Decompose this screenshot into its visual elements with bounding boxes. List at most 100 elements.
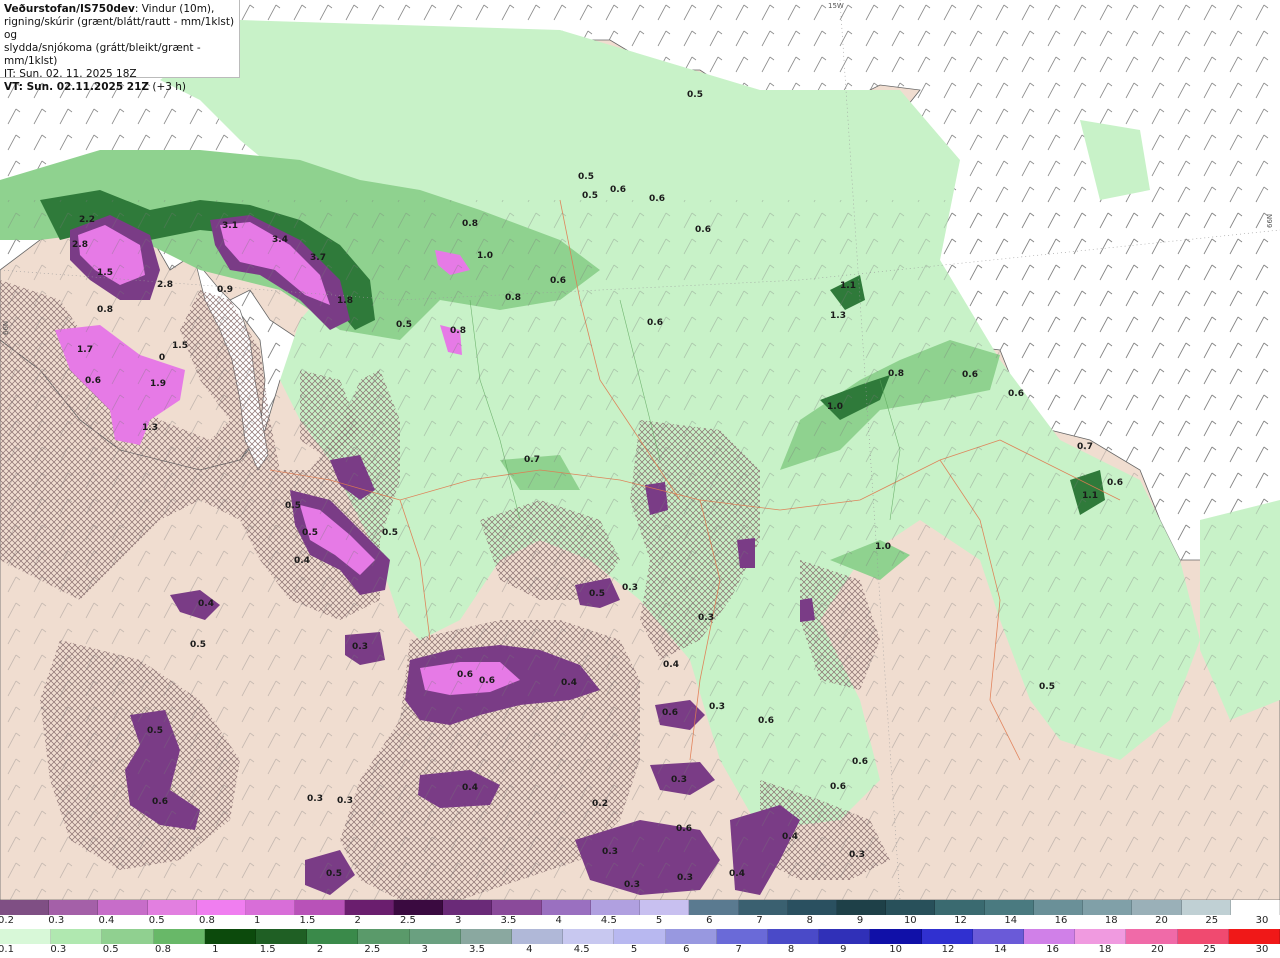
legend-label: 30: [1255, 944, 1269, 955]
legend-swatch: [246, 900, 296, 915]
precip-value-label: 0.2: [592, 799, 608, 809]
precip-value-label: 1.0: [477, 251, 493, 261]
precip-value-label: 0.6: [1008, 389, 1024, 399]
legend-swatch: [1075, 929, 1127, 944]
legend-label: 5: [655, 915, 663, 926]
precip-value-label: 1.5: [172, 341, 188, 351]
info-valid-time: VT: Sun. 02.11.2025 21Z (+3 h): [4, 81, 235, 94]
precip-value-label: 2.2: [79, 215, 95, 225]
legend-swatch: [1177, 929, 1229, 944]
precip-value-label: 0.8: [462, 219, 478, 229]
legend-label: 0.5: [148, 915, 165, 926]
lon-label: 15W: [828, 2, 844, 10]
legend-swatch: [984, 900, 1034, 915]
legend-rain: 0.1 0.3 0.5 0.8 1 1.5 2 2.5 3 3.5 4 4.5 5 6 7 8 9 10 12 14 1…: [0, 929, 1280, 958]
legend-label: 3: [454, 915, 462, 926]
precip-value-label: 1.0: [827, 402, 843, 412]
legend-snow-labels: 0.2 0.3 0.4 0.5 0.8 1 1.5 2 2.5 3 3.5 4 4.5 5 6 7 8 9 10 12…: [0, 915, 1280, 929]
legend-label: 6: [683, 944, 690, 955]
precip-value-label: 3.7: [310, 253, 326, 263]
precip-value-label: 0.5: [1039, 682, 1055, 692]
precip-value-label: 0.3: [709, 702, 725, 712]
info-line-2: rigning/skúrir (grænt/blátt/rautt - mm/1…: [4, 16, 235, 41]
map-info-box: Veðurstofan/IS750dev: Vindur (10m), rign…: [0, 0, 240, 93]
precip-value-label: 0.6: [758, 716, 774, 726]
precip-value-label: 0.8: [97, 305, 113, 315]
precip-value-label: 1.3: [830, 311, 846, 321]
precip-value-label: 0.3: [602, 847, 618, 857]
precip-value-label: 0.6: [662, 708, 678, 718]
legend-label: 6: [706, 915, 713, 926]
lat-label-right: 66N: [1266, 214, 1274, 228]
legend-label: 8: [787, 944, 795, 955]
precip-value-label: 0.6: [85, 376, 101, 386]
legend-swatch: [787, 900, 837, 915]
precip-value-label: 1.8: [337, 296, 353, 306]
legend-label: 8: [806, 915, 814, 926]
legend-swatch: [886, 900, 936, 915]
precip-value-label: 3.1: [222, 221, 238, 231]
precip-value-label: 0.8: [505, 293, 521, 303]
legend-swatch: [49, 900, 99, 915]
legend-rain-colors: [0, 929, 1280, 944]
precip-value-label: 0.3: [307, 794, 323, 804]
precip-value-label: 0.6: [676, 824, 692, 834]
precip-value-label: 0.3: [352, 642, 368, 652]
precip-value-label: 1.1: [1082, 491, 1098, 501]
legend-label: 0.3: [50, 944, 67, 955]
legend-swatch: [870, 929, 922, 944]
precip-value-label: 0.3: [337, 796, 353, 806]
precip-value-label: 0.5: [285, 501, 301, 511]
precipitation-wind-map[interactable]: 15W 66N 66N 0.5 0.5 0.5 0.6 0.6 0.6 0.8 1.0 0.8 0…: [0, 0, 1280, 900]
info-source-rest: : Vindur (10m),: [134, 3, 215, 15]
precip-value-label: 0.3: [671, 775, 687, 785]
legend-swatch: [640, 900, 690, 915]
legend-swatch: [358, 929, 410, 944]
precip-value-label: 0.6: [479, 676, 495, 686]
legend-swatch: [921, 929, 973, 944]
legend-label: 10: [889, 944, 903, 955]
legend-label: 9: [840, 944, 847, 955]
info-line-1: Veðurstofan/IS750dev: Vindur (10m),: [4, 3, 235, 16]
precip-value-label: 0.5: [382, 528, 398, 538]
legend-label: 18: [1104, 915, 1118, 926]
legend-label: 7: [735, 944, 742, 955]
precip-value-label: 0.5: [302, 528, 318, 538]
legend-swatch: [344, 900, 394, 915]
legend-swatch: [460, 929, 513, 944]
legend-label: 5: [630, 944, 638, 955]
legend-label: 1.5: [259, 944, 276, 955]
legend-label: 10: [903, 915, 917, 926]
precip-value-label: 0.5: [687, 90, 703, 100]
precip-value-label: 0.4: [663, 660, 679, 670]
legend-snow: 0.2 0.3 0.4 0.5 0.8 1 1.5 2 2.5 3 3.5 4 4.5 5 6 7 8 9 10 12…: [0, 900, 1280, 929]
legend-label: 4: [526, 944, 533, 955]
precip-value-label: 0.6: [695, 225, 711, 235]
precip-value-label: 1.5: [97, 268, 113, 278]
legend-label: 3: [421, 944, 428, 955]
legend-swatch: [393, 900, 444, 915]
legend-label: 1: [212, 944, 219, 955]
precip-value-label: 0.5: [589, 589, 605, 599]
precip-value-label: 0.7: [524, 455, 540, 465]
legend-swatch: [307, 929, 359, 944]
legend-swatch: [563, 929, 615, 944]
precip-value-label: 0.8: [888, 369, 904, 379]
legend-swatch: [256, 929, 308, 944]
legend-label: 4: [555, 915, 562, 926]
precip-value-label: 0.6: [962, 370, 978, 380]
precip-value-label: 0.6: [649, 194, 665, 204]
precip-value-label: 1.7: [77, 345, 93, 355]
legend-swatch: [153, 929, 205, 944]
precip-value-label: 3.4: [272, 235, 288, 245]
precip-value-label: 0.5: [578, 172, 594, 182]
land-wind-barbs: [0, 200, 1280, 900]
legend-swatch: [819, 929, 871, 944]
legend-label: 25: [1203, 944, 1217, 955]
info-line-3: slydda/snjókoma (grátt/bleikt/grænt - mm…: [4, 42, 201, 67]
precip-value-label: 0.4: [198, 599, 214, 609]
legend-swatch: [1228, 929, 1280, 944]
legend-snow-colors: [0, 900, 1280, 915]
precip-value-label: 1.9: [150, 379, 166, 389]
precip-value-label: 0.6: [647, 318, 663, 328]
